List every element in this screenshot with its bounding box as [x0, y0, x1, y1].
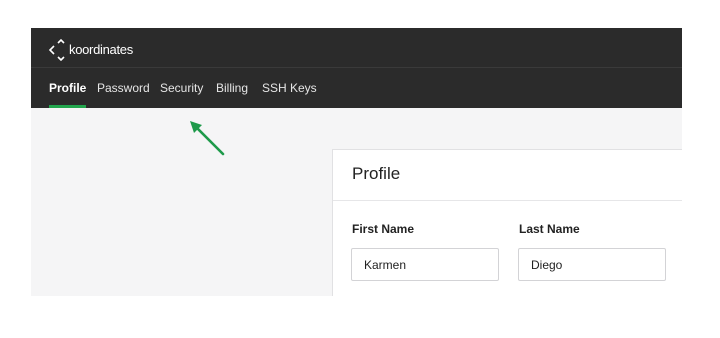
profile-card-header: Profile	[333, 150, 691, 201]
tab-billing[interactable]: Billing	[216, 68, 248, 108]
first-name-input[interactable]	[351, 248, 499, 281]
brand-name: koordinates	[69, 41, 133, 57]
tab-password[interactable]: Password	[97, 68, 150, 108]
screenshot-mask	[0, 296, 720, 338]
tab-ssh-keys[interactable]: SSH Keys	[262, 68, 317, 108]
account-nav: Profile Password Security Billing SSH Ke…	[31, 68, 682, 108]
last-name-label: Last Name	[519, 222, 580, 236]
tab-security[interactable]: Security	[160, 68, 203, 108]
last-name-input[interactable]	[518, 248, 666, 281]
page-title: Profile	[352, 164, 401, 183]
annotation-arrow-icon	[190, 121, 225, 156]
brand-logo[interactable]: koordinates	[48, 37, 133, 61]
koordinates-logo-icon	[48, 38, 65, 61]
first-name-label: First Name	[352, 222, 415, 236]
screenshot-mask-right	[682, 0, 720, 338]
tab-profile[interactable]: Profile	[49, 68, 87, 108]
top-bar: koordinates	[31, 28, 682, 68]
profile-card: Profile First Name Last Name	[332, 149, 692, 309]
